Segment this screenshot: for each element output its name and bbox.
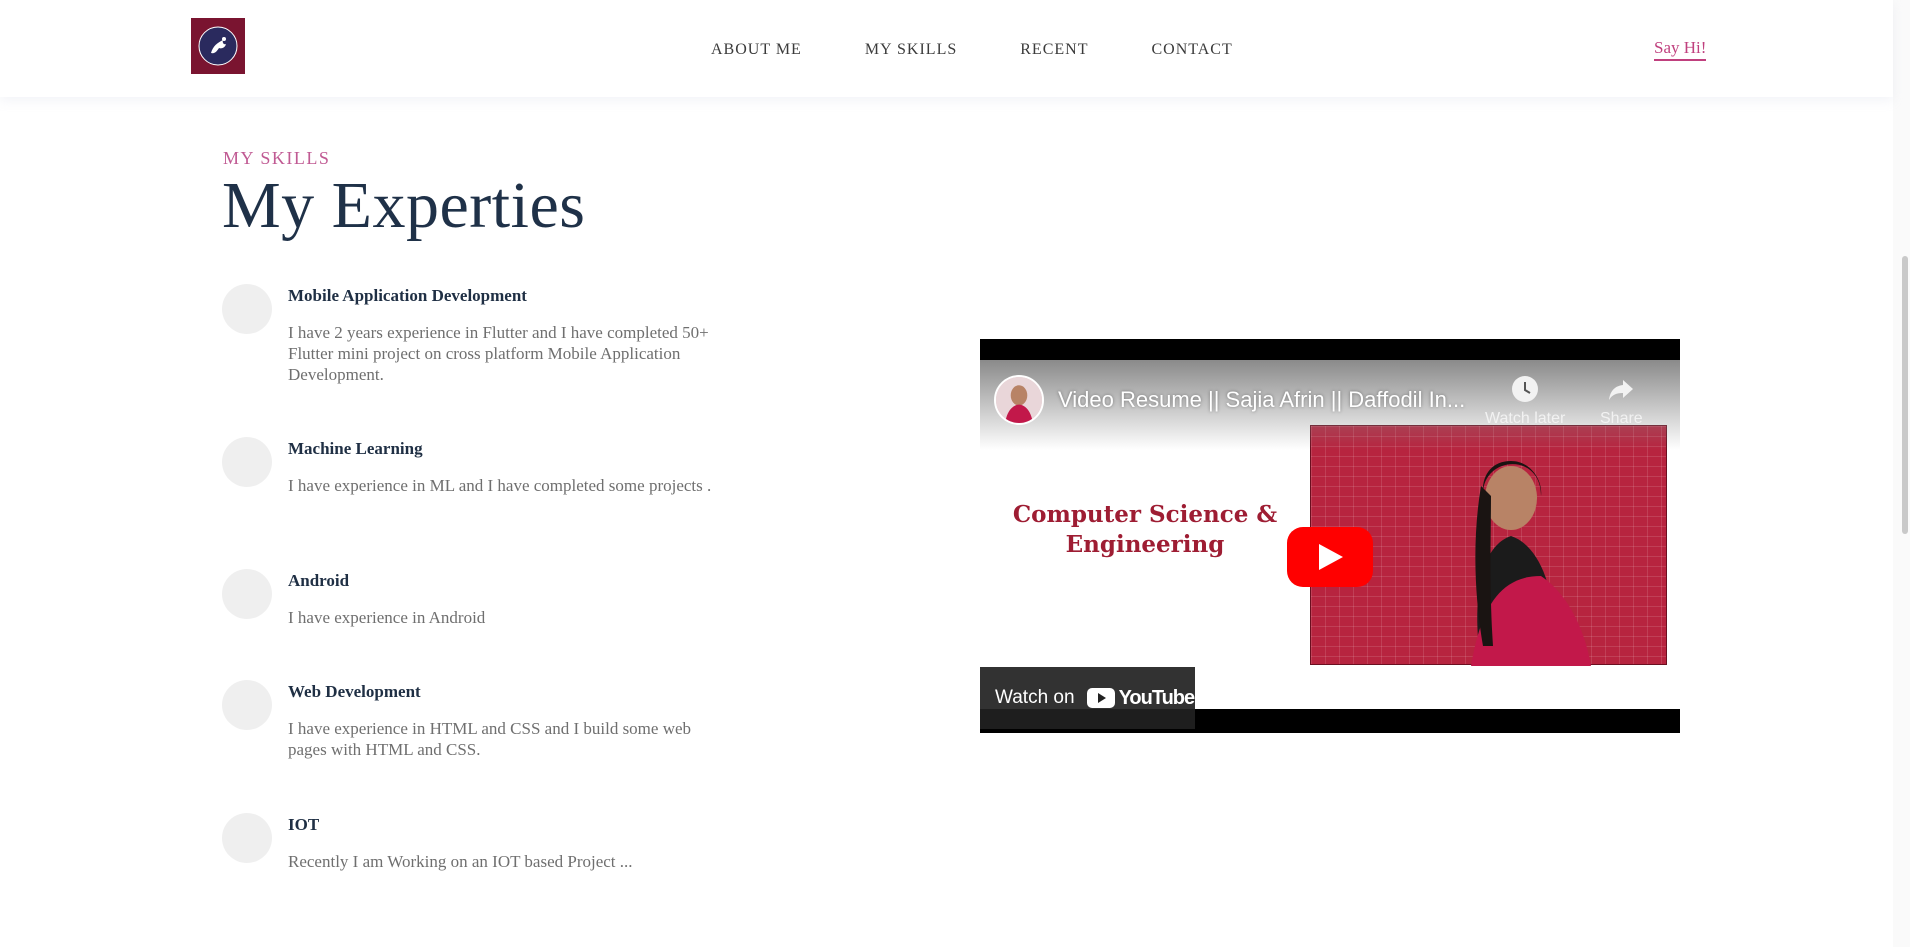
- youtube-wordmark: YouTube: [1118, 686, 1196, 709]
- watch-on-youtube-button[interactable]: Watch on YouTube: [980, 667, 1195, 729]
- section-title: My Experties: [222, 169, 586, 242]
- speaker-figure: [1471, 461, 1591, 666]
- scrollbar[interactable]: [1893, 0, 1910, 947]
- skill-title: IOT: [288, 815, 320, 834]
- site-header: ABOUT ME MY SKILLS RECENT CONTACT Say Hi…: [0, 0, 1893, 97]
- youtube-play-icon: [1086, 688, 1115, 708]
- section-eyebrow: MY SKILLS: [223, 148, 331, 168]
- nav-my-skills[interactable]: MY SKILLS: [865, 41, 957, 59]
- skill-description: Recently I am Working on an IOT based Pr…: [288, 852, 633, 871]
- skill-title: Android: [288, 571, 350, 590]
- skill-title: Machine Learning: [288, 439, 423, 458]
- watch-on-label: Watch on: [995, 687, 1075, 708]
- play-icon: [1319, 544, 1343, 570]
- skill-icon: [222, 813, 272, 863]
- thumbnail-caption: Computer Science & Engineering: [1012, 501, 1278, 558]
- watch-later-button[interactable]: Watch later: [1485, 374, 1565, 428]
- skill-icon: [222, 284, 272, 334]
- share-button[interactable]: Share: [1600, 374, 1643, 428]
- share-label: Share: [1600, 410, 1643, 427]
- skill-icon: [222, 437, 272, 487]
- nav-recent[interactable]: RECENT: [1020, 41, 1088, 59]
- clock-icon: [1512, 376, 1539, 402]
- nav-about-me[interactable]: ABOUT ME: [711, 41, 802, 59]
- youtube-embed[interactable]: Computer Science & Engineering Video Res…: [980, 339, 1680, 733]
- video-thumbnail[interactable]: Computer Science & Engineering Video Res…: [980, 360, 1680, 709]
- say-hi-link[interactable]: Say Hi!: [1654, 38, 1707, 61]
- video-top-bar: Video Resume || Sajia Afrin || Daffodil …: [980, 360, 1680, 440]
- main-nav: ABOUT ME MY SKILLS RECENT CONTACT: [711, 41, 1233, 59]
- video-title[interactable]: Video Resume || Sajia Afrin || Daffodil …: [1058, 387, 1465, 413]
- skill-title: Mobile Application Development: [288, 286, 527, 305]
- site-logo[interactable]: [191, 18, 245, 74]
- avatar-icon: [996, 377, 1042, 423]
- youtube-logo: YouTube: [1086, 686, 1196, 710]
- skill-description: I have experience in ML and I have compl…: [288, 476, 712, 495]
- skill-icon: [222, 569, 272, 619]
- skill-icon: [222, 680, 272, 730]
- skill-description: I have experience in HTML and CSS and I …: [288, 719, 692, 759]
- logo-icon: [198, 26, 238, 66]
- skill-description: I have 2 years experience in Flutter and…: [288, 323, 709, 384]
- skill-description: I have experience in Android: [288, 608, 486, 627]
- skill-title: Web Development: [288, 682, 421, 701]
- play-button[interactable]: [1287, 527, 1373, 587]
- nav-contact[interactable]: CONTACT: [1151, 41, 1232, 59]
- channel-avatar[interactable]: [994, 375, 1044, 425]
- scrollbar-thumb[interactable]: [1902, 256, 1908, 534]
- watch-later-label: Watch later: [1485, 410, 1566, 427]
- share-icon: [1609, 380, 1634, 400]
